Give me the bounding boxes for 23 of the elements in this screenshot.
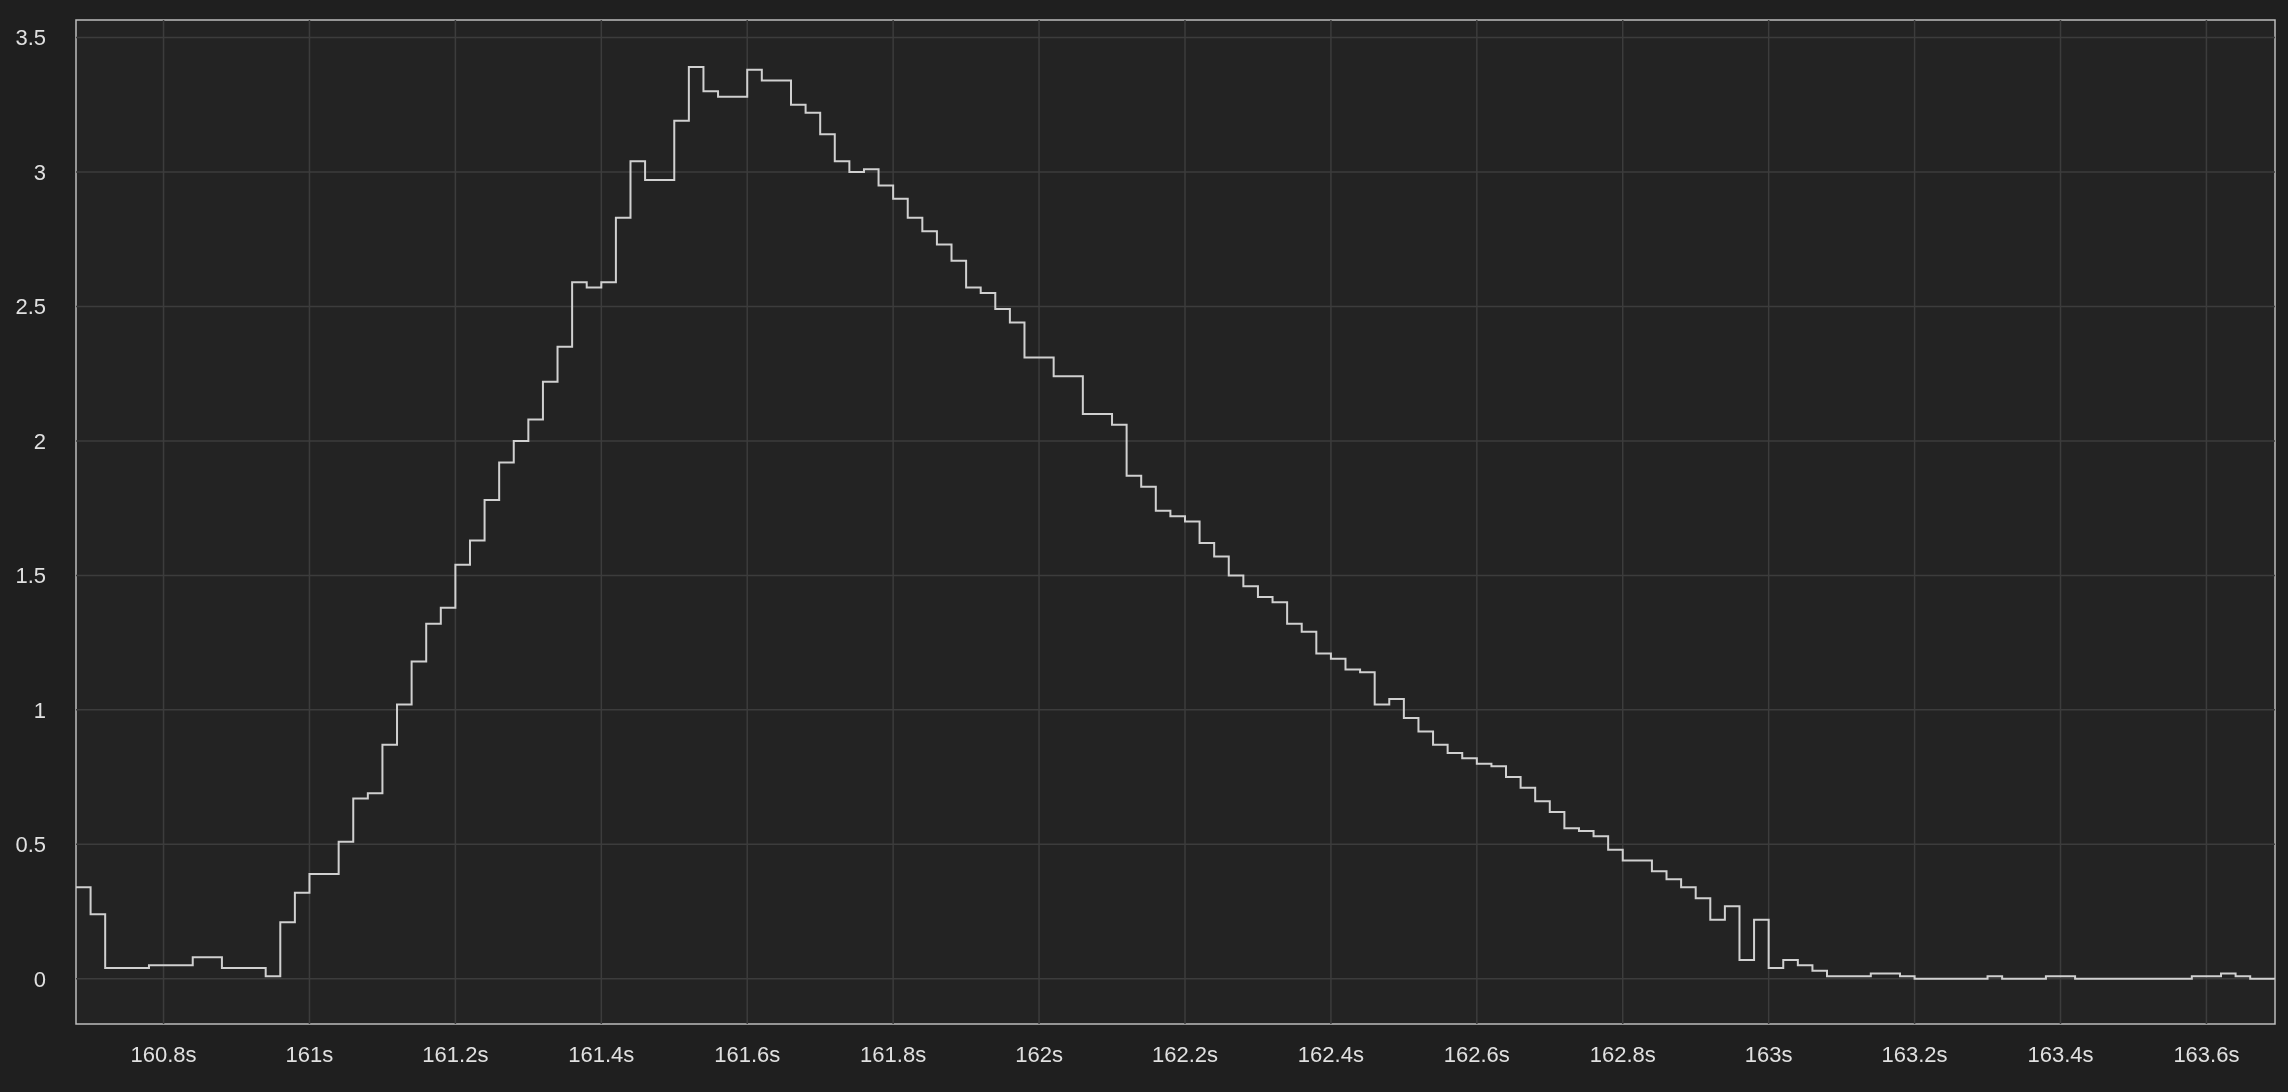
axis-tick-label: 161.4s xyxy=(568,1042,635,1067)
axis-tick-label: 161.6s xyxy=(714,1042,781,1067)
axis-tick-label: 160.8s xyxy=(130,1042,197,1067)
axis-tick-label: 162s xyxy=(1015,1042,1063,1067)
axis-tick-label: 163.4s xyxy=(2027,1042,2094,1067)
axis-tick-label: 1.5 xyxy=(15,563,46,589)
axis-tick-label: 163.6s xyxy=(2173,1042,2240,1067)
axis-tick-label: 163s xyxy=(1744,1042,1793,1067)
axis-tick-label: 1 xyxy=(33,697,46,723)
axis-tick-label: 162.4s xyxy=(1297,1042,1364,1067)
axis-tick-label: 163.2s xyxy=(1881,1042,1948,1067)
axis-tick-label: 2.5 xyxy=(15,294,46,320)
axis-tick-label: 161s xyxy=(285,1042,334,1067)
axis-tick-label: 162.6s xyxy=(1443,1042,1510,1067)
axis-tick-label: 162.2s xyxy=(1151,1042,1218,1067)
axis-tick-label: 0 xyxy=(33,966,46,992)
axis-tick-label: 162.8s xyxy=(1589,1042,1656,1067)
axis-tick-label: 2 xyxy=(33,428,46,454)
axis-tick-label: 3.5 xyxy=(15,25,46,51)
axis-tick-label: 3 xyxy=(33,159,46,185)
axis-tick-label: 0.5 xyxy=(15,832,46,858)
axis-tick-label: 161.2s xyxy=(422,1042,489,1067)
axis-tick-label: 161.8s xyxy=(860,1042,927,1067)
